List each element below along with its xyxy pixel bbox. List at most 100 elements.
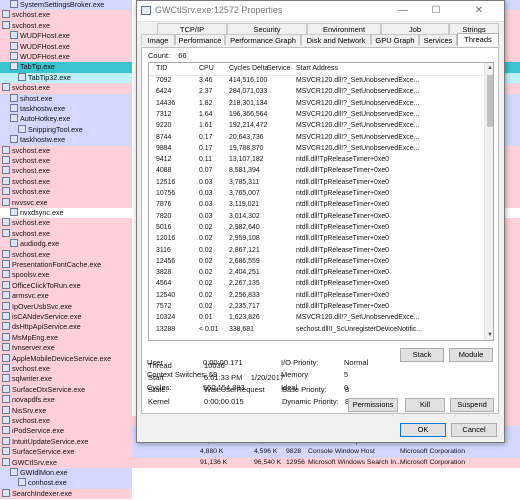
cancel-button[interactable]: Cancel — [451, 423, 497, 437]
process-row[interactable]: SurfaceDtxService.exe — [0, 384, 132, 396]
process-row[interactable]: SurfaceService.exe — [0, 447, 132, 458]
process-row[interactable]: NisSrv.exe — [0, 405, 132, 416]
process-row[interactable]: nvvsvc.exe — [0, 197, 132, 208]
kill-button[interactable]: Kill — [405, 398, 445, 412]
thread-row[interactable]: 3116 0.02 2,867,121 ntdll.dll!TpReleaseTime… — [149, 246, 485, 256]
process-row[interactable]: armsvc.exe — [0, 291, 132, 302]
thread-row[interactable]: 7312 1.64 196,366,564 MSVCR120.dll!?_SetUno… — [149, 110, 485, 120]
thread-row[interactable]: 10756 0.03 3,765,007 ntdll.dll!TpReleaseTim… — [149, 189, 485, 199]
process-row[interactable]: nvxdsync.exe — [0, 208, 132, 219]
process-row[interactable]: WUDFHost.exe — [0, 52, 132, 63]
thread-row[interactable]: 8744 0.17 20,643,736 MSVCR120.dll!?_SetUnob… — [149, 133, 485, 143]
suspend-button[interactable]: Suspend — [450, 398, 494, 412]
process-tree[interactable]: SystemSettingsBroker.exe svchost.exe svcho… — [0, 0, 132, 500]
process-row[interactable]: isCANdevService.exe — [0, 312, 132, 323]
close-icon[interactable]: ✕ — [457, 1, 501, 21]
tab-tcpip[interactable]: TCP/IP — [157, 23, 227, 34]
process-row[interactable]: svchost.exe — [0, 156, 132, 167]
column-cpu[interactable]: CPU — [199, 65, 214, 72]
column-start-address[interactable]: Start Address — [296, 65, 338, 72]
process-row[interactable]: svchost.exe — [0, 364, 132, 375]
process-row[interactable]: taskhostw.exe — [0, 135, 132, 146]
tab-security[interactable]: Security — [227, 23, 307, 34]
process-row[interactable]: AutoHotkey.exe — [0, 114, 132, 125]
thread-list[interactable]: TID CPU Cycles Delta Service Start Addre… — [148, 62, 494, 341]
process-row[interactable]: dsHttpApiService.exe — [0, 322, 132, 333]
column-cycles-delta[interactable]: Cycles Delta — [229, 65, 268, 72]
column-service[interactable]: Service — [267, 65, 290, 72]
process-row[interactable]: IpOverUsbSvc.exe — [0, 301, 132, 312]
thread-row[interactable]: 7092 3.46 414,516,100 MSVCR120.dll!?_SetUno… — [149, 76, 485, 86]
tab-gpu-graph[interactable]: GPU Graph — [371, 34, 419, 45]
thread-row[interactable]: 5016 0.02 2,982,640 ntdll.dll!TpReleaseTime… — [149, 223, 485, 233]
scroll-down-icon[interactable]: ▼ — [485, 330, 493, 340]
module-button[interactable]: Module — [449, 348, 493, 362]
process-row[interactable]: MsMpEng.exe — [0, 332, 132, 344]
process-row[interactable]: iPodService.exe — [0, 426, 132, 437]
tab-performance-graph[interactable]: Performance Graph — [225, 34, 301, 45]
process-row[interactable]: svchost.exe — [0, 218, 132, 229]
process-row[interactable]: WUDFHost.exe — [0, 31, 132, 42]
ok-button[interactable]: OK — [400, 423, 446, 437]
tab-image[interactable]: Image — [141, 34, 175, 45]
process-row[interactable]: TabTip.exe — [0, 62, 132, 73]
thread-row[interactable]: 14436 1.82 218,301,134 MSVCR120.dll!?_SetUn… — [149, 99, 485, 109]
process-row[interactable]: PresentationFontCache.exe — [0, 260, 132, 271]
process-row[interactable]: conhost.exe — [0, 478, 132, 489]
process-row[interactable]: TabTip32.exe — [0, 72, 132, 84]
thread-row[interactable]: 4088 0.07 8,581,394 ntdll.dll!TpReleaseTime… — [149, 166, 485, 176]
tab-job[interactable]: Job — [381, 23, 449, 34]
process-row[interactable]: svchost.exe — [0, 20, 132, 32]
thread-row[interactable]: 13288 < 0.01 338,681 sechost.dll!I_ScUnregi… — [149, 325, 485, 335]
process-row[interactable]: novapdfs.exe — [0, 395, 132, 406]
thread-list-scrollbar[interactable]: ▲ ▼ — [484, 63, 493, 340]
process-row[interactable]: IntuitUpdateService.exe — [0, 436, 132, 448]
process-row[interactable]: audiodg.exe — [0, 239, 132, 250]
thread-row[interactable]: 3828 0.02 2,404,251 ntdll.dll!TpReleaseTime… — [149, 268, 485, 278]
process-row[interactable]: taskhostw.exe — [0, 104, 132, 115]
thread-row[interactable]: 9412 0.11 13,107,182 ntdll.dll!TpReleaseTim… — [149, 155, 485, 165]
thread-row[interactable]: 6424 2.37 284,071,033 MSVCR120.dll!?_SetUno… — [149, 87, 485, 97]
thread-row[interactable]: 10324 0.01 1,623,826 MSVCR120.dll!?_SetUnob… — [149, 313, 485, 323]
scroll-thumb[interactable] — [487, 75, 493, 127]
minimize-icon[interactable]: — — [389, 1, 417, 21]
thread-row[interactable]: 12516 0.03 3,785,311 ntdll.dll!TpReleaseTim… — [149, 178, 485, 188]
process-row[interactable]: sihost.exe — [0, 93, 132, 104]
tab-environment[interactable]: Environment — [307, 23, 381, 34]
thread-row[interactable]: 7876 0.03 3,119,021 ntdll.dll!TpReleaseTime… — [149, 200, 485, 210]
process-row[interactable]: svchost.exe — [0, 416, 132, 427]
process-row[interactable]: WUDFHost.exe — [0, 41, 132, 52]
process-row[interactable]: svchost.exe — [0, 228, 132, 240]
thread-row[interactable]: 7820 0.03 3,014,302 ntdll.dll!TpReleaseTime… — [149, 212, 485, 222]
process-row[interactable]: OfficeClickToRun.exe — [0, 280, 132, 292]
process-row[interactable]: svchost.exe — [0, 176, 132, 188]
process-row[interactable]: svchost.exe — [0, 145, 132, 156]
process-row[interactable]: AppleMobileDeviceService.exe — [0, 353, 132, 364]
thread-row[interactable]: 12456 0.02 2,686,559 ntdll.dll!TpReleaseTim… — [149, 257, 485, 267]
process-row[interactable]: SystemSettingsBroker.exe — [0, 0, 132, 11]
process-row[interactable]: svchost.exe — [0, 166, 132, 177]
process-row[interactable]: svchost.exe — [0, 10, 132, 21]
thread-row[interactable]: 12016 0.02 2,959,108 ntdll.dll!TpReleaseTim… — [149, 234, 485, 244]
process-row[interactable]: svchost.exe — [0, 187, 132, 198]
process-row[interactable]: svchost.exe — [0, 83, 132, 94]
tab-performance[interactable]: Performance — [175, 34, 225, 45]
thread-row[interactable]: 9220 1.61 192,214,472 MSVCR120.dll!?_SetUno… — [149, 121, 485, 131]
process-table-row[interactable]: 4,880 K 4,596 K 9828 Console Window Host Mic… — [132, 447, 520, 458]
process-row[interactable]: SnippingTool.exe — [0, 124, 132, 136]
permissions-button[interactable]: Permissions — [348, 398, 398, 412]
tab-disk-and-network[interactable]: Disk and Network — [301, 34, 371, 45]
thread-row[interactable]: 9884 0.17 19,788,870 MSVCR120.dll!?_SetUnob… — [149, 144, 485, 154]
maximize-icon[interactable]: ☐ — [422, 1, 450, 21]
process-row[interactable]: spoolsv.exe — [0, 270, 132, 281]
scroll-up-icon[interactable]: ▲ — [485, 63, 493, 73]
process-row[interactable]: GWIdlMon.exe — [0, 468, 132, 479]
process-row[interactable]: tvnserver.exe — [0, 343, 132, 354]
title-bar[interactable]: GWCtlSrv.exe:12572 Properties — ☐ ✕ — [137, 1, 504, 22]
tab-services[interactable]: Services — [419, 34, 457, 45]
process-row[interactable]: svchost.exe — [0, 249, 132, 260]
thread-row[interactable]: 4564 0.02 2,267,135 ntdll.dll!TpReleaseTime… — [149, 279, 485, 289]
column-tid[interactable]: TID — [156, 65, 167, 72]
stack-button[interactable]: Stack — [400, 348, 444, 362]
process-row[interactable]: SearchIndexer.exe — [0, 488, 132, 500]
